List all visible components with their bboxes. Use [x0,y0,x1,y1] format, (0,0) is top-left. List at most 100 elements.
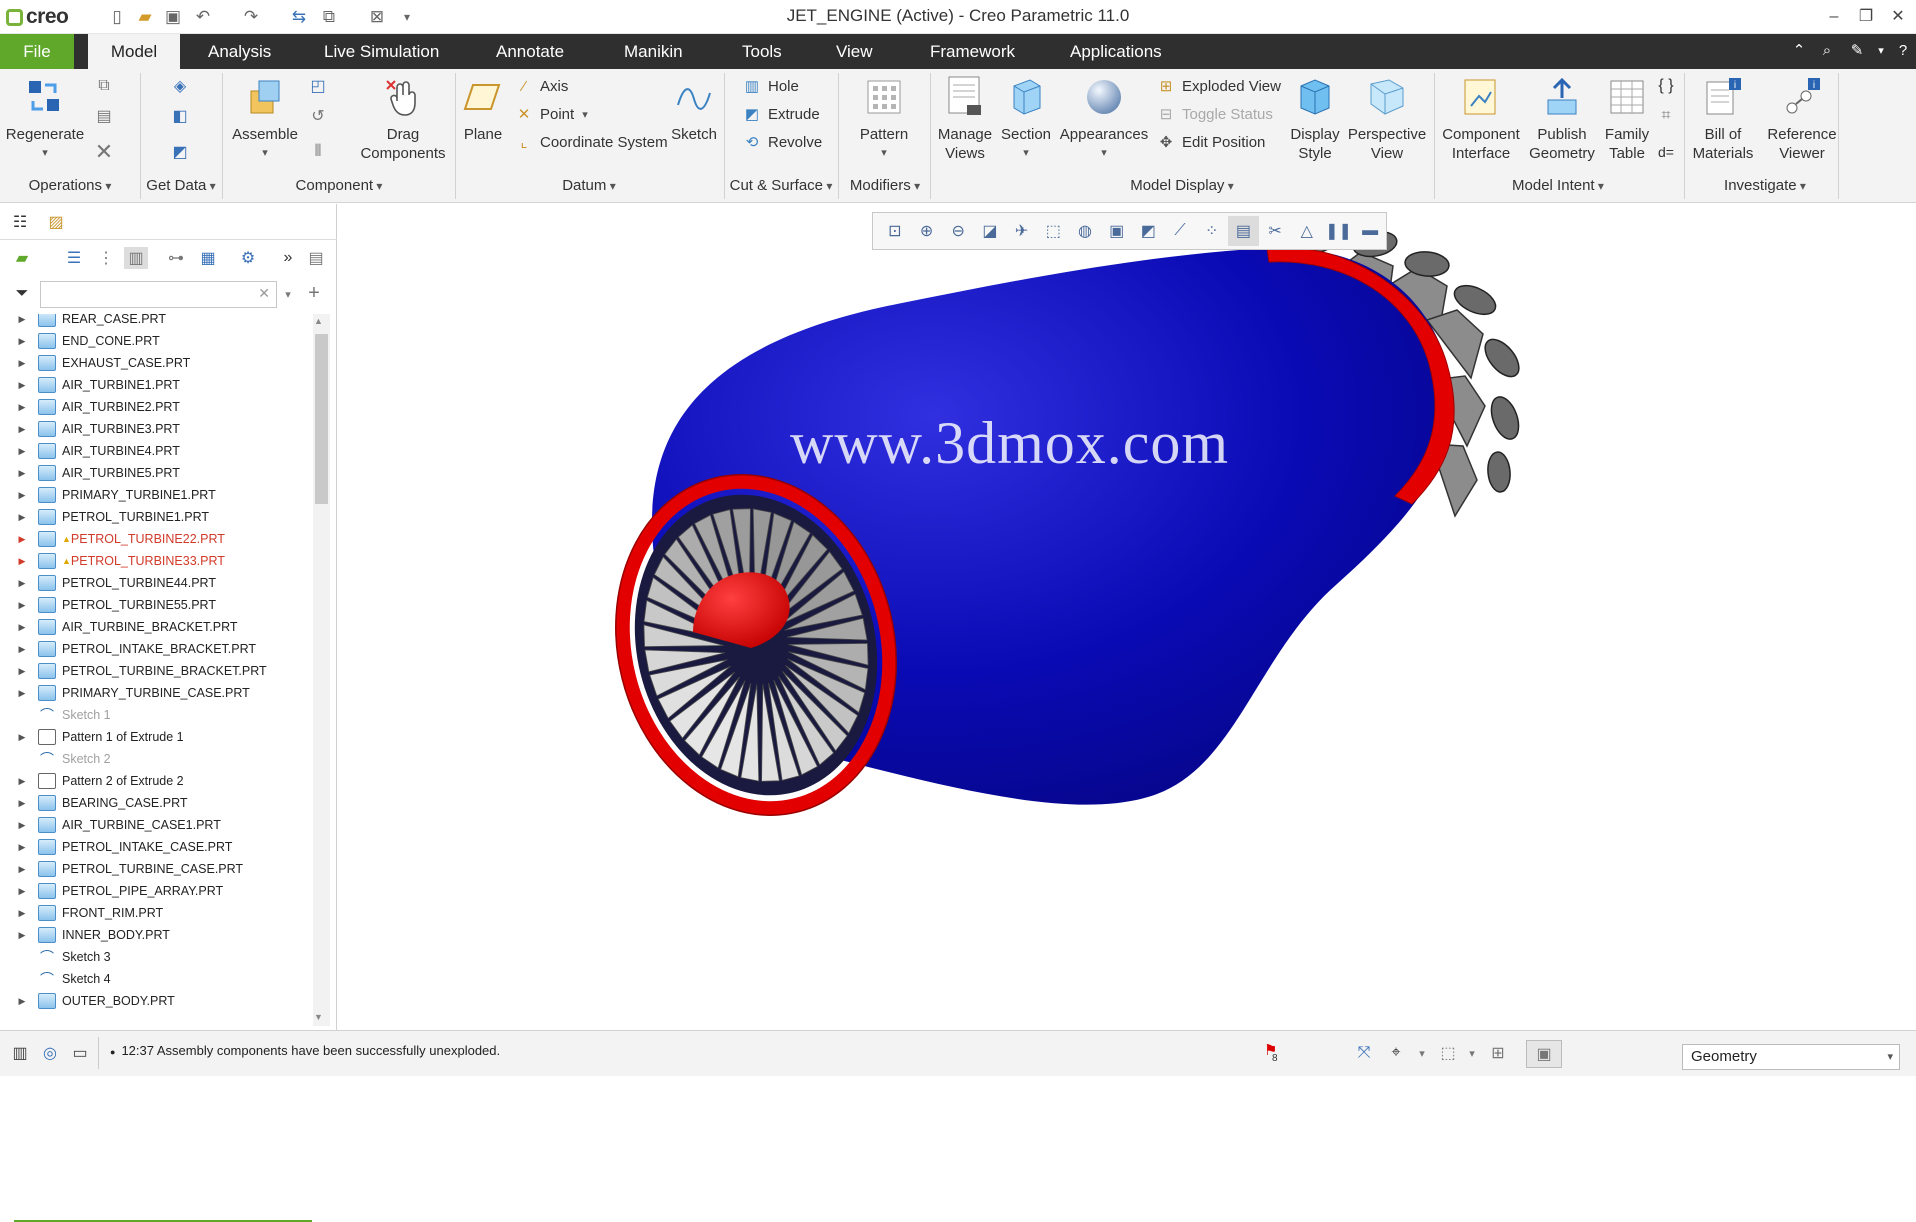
cut-icon[interactable]: ✂ [1259,216,1291,246]
expand-arrow-icon[interactable]: ▶ [16,402,28,413]
tree-item-sketch[interactable]: ⌒ Sketch 2 [0,748,313,770]
tree-item-part[interactable]: ▶ BEARING_CASE.PRT [0,792,313,814]
zoom-out-icon[interactable]: ⊖ [942,216,974,246]
regenerate-button[interactable]: Regenerate ▾ [2,69,88,163]
expand-arrow-icon[interactable]: ▶ [16,424,28,435]
tree-item-part[interactable]: ▶ PETROL_PIPE_ARRAY.PRT [0,880,313,902]
component-group-label[interactable]: Component [224,177,454,199]
model-intent-group-label[interactable]: Model Intent [1436,177,1680,199]
tab-tools[interactable]: Tools [728,34,796,69]
tree-item-part[interactable]: ▶ PRIMARY_TURBINE_CASE.PRT [0,682,313,704]
add-filter-icon[interactable]: + [302,282,326,304]
tree-item-part[interactable]: ▶ AIR_TURBINE_BRACKET.PRT [0,616,313,638]
expand-arrow-icon[interactable]: ▶ [16,776,28,787]
pattern-button[interactable]: Pattern ▾ [848,69,920,163]
exploded-view-button[interactable]: ⊞ Exploded View [1156,73,1281,99]
perspective-view-button[interactable]: Perspective View [1346,69,1428,163]
model-display-group-label[interactable]: Model Display [930,177,1434,199]
graphics-window[interactable]: www.3dmox.com [337,204,1916,1030]
expand-arrow-icon[interactable]: ▶ [16,820,28,831]
toggle-status-button[interactable]: ⊟ Toggle Status [1156,101,1273,127]
tree-item-sketch[interactable]: ⌒ Sketch 4 [0,968,313,990]
expand-arrow-icon[interactable]: ▶ [16,930,28,941]
edit-position-button[interactable]: ✥ Edit Position [1156,129,1266,155]
restore-icon[interactable]: ❐ [1852,4,1880,30]
gear-icon[interactable]: ⚙ [236,247,260,269]
tree-item-part[interactable]: ▶ PETROL_TURBINE55.PRT [0,594,313,616]
find-dropdown-icon[interactable]: ▾ [1410,1042,1434,1064]
tab-applications[interactable]: Applications [1056,34,1176,69]
modifiers-group-label[interactable]: Modifiers [840,177,930,199]
tree-item-part[interactable]: ▶ FRONT_RIM.PRT [0,902,313,924]
tree-scroll-thumb[interactable] [315,334,328,504]
shrinkwrap-icon[interactable]: ◩ [168,141,192,163]
tree-item-part[interactable]: ▶ END_CONE.PRT [0,330,313,352]
tab-live-simulation[interactable]: Live Simulation [310,34,453,69]
paste-icon[interactable]: ▤ [92,105,116,127]
expand-arrow-icon[interactable]: ▶ [16,380,28,391]
tree-item-part[interactable]: ▶ EXHAUST_CASE.PRT [0,352,313,374]
tab-file[interactable]: File [0,34,74,69]
search-icon[interactable]: ⌕ [1816,40,1838,62]
refit-icon[interactable]: ⊡ [879,216,911,246]
tree-item-part[interactable]: ▶ PETROL_TURBINE_CASE.PRT [0,858,313,880]
tree-item-part[interactable]: ▶ AIR_TURBINE3.PRT [0,418,313,440]
create-component-icon[interactable]: ◰ [306,75,330,97]
tree-item-part[interactable]: ▶ OUTER_BODY.PRT [0,990,313,1012]
full-screen-icon[interactable]: ▭ [68,1042,92,1064]
tree-item-part[interactable]: ▶ AIR_TURBINE2.PRT [0,396,313,418]
expand-arrow-icon[interactable]: ▶ [16,534,28,545]
tree-item-part[interactable]: ▶ INNER_BODY.PRT [0,924,313,946]
tree-notes-icon[interactable]: ▤ [304,247,328,269]
section-button[interactable]: Section ▾ [998,69,1054,163]
expand-arrow-icon[interactable]: ▶ [16,864,28,875]
section-toolbar-icon[interactable]: ◩ [1133,216,1165,246]
tab-model[interactable]: Model [88,34,180,69]
expand-arrow-icon[interactable]: ▶ [16,490,28,501]
clear-search-icon[interactable]: ✕ [258,285,270,302]
drag-components-button[interactable]: Drag Components [352,69,454,163]
tree-item-part[interactable]: ▶ ▲ PETROL_TURBINE33.PRT [0,550,313,572]
relations-icon[interactable]: { } [1654,75,1678,97]
tree-item-part[interactable]: ▶ PRIMARY_TURBINE1.PRT [0,484,313,506]
tree-item-part[interactable]: ▶ PETROL_INTAKE_BRACKET.PRT [0,638,313,660]
datum-group-label[interactable]: Datum [456,177,722,199]
expand-arrow-icon[interactable]: ▶ [16,644,28,655]
tree-item-pattern[interactable]: ▶ Pattern 1 of Extrude 1 [0,726,313,748]
model-tree-tab-icon[interactable]: ☷ [8,211,32,233]
repeat-icon[interactable]: ↺ [306,105,330,127]
point-display-icon[interactable]: ⁘ [1196,216,1228,246]
expand-arrow-icon[interactable]: ▶ [16,688,28,699]
tab-framework[interactable]: Framework [916,34,1029,69]
extrude-button[interactable]: ◩ Extrude [742,101,820,127]
tree-item-part[interactable]: ▶ AIR_TURBINE4.PRT [0,440,313,462]
tree-settings-icon[interactable]: ▦ [196,247,220,269]
spin-center-icon[interactable]: ✈ [1006,216,1038,246]
more-icon[interactable]: » [276,247,300,269]
manage-views-button[interactable]: Manage Views [934,69,996,163]
tab-view[interactable]: View [822,34,887,69]
filter-dropdown-icon[interactable]: ▾ [276,283,300,305]
copy-icon[interactable]: ⧉ [92,75,116,97]
expand-arrow-icon[interactable]: ▶ [16,600,28,611]
component-interface-button[interactable]: Component Interface [1436,69,1526,163]
assembly-icon[interactable]: ▰ [10,247,34,269]
stop-icon[interactable]: ▬ [1354,216,1386,246]
delete-icon[interactable]: ✕ [92,139,116,164]
expand-arrow-icon[interactable]: ▶ [16,468,28,479]
bill-of-materials-button[interactable]: i Bill of Materials [1686,69,1760,163]
selection-box-dropdown-icon[interactable]: ▾ [1460,1042,1484,1064]
minimize-icon[interactable]: – [1820,4,1848,30]
operations-group-label[interactable]: Operations [0,177,140,199]
expand-arrow-icon[interactable]: ▶ [16,842,28,853]
expand-arrow-icon[interactable]: ▶ [16,336,28,347]
sketch-button[interactable]: Sketch [668,69,720,144]
appearances-button[interactable]: Appearances ▾ [1058,69,1150,163]
axis-button[interactable]: ⁄ Axis [514,73,569,99]
point-button[interactable]: ✕ Point ▾ [514,101,588,127]
repaint-icon[interactable]: ◪ [974,216,1006,246]
tree-item-part[interactable]: ▶ PETROL_TURBINE1.PRT [0,506,313,528]
expand-arrow-icon[interactable]: ▶ [16,512,28,523]
hole-button[interactable]: ▥ Hole [742,73,799,99]
collapse-ribbon-icon[interactable]: ⌃ [1788,40,1810,62]
